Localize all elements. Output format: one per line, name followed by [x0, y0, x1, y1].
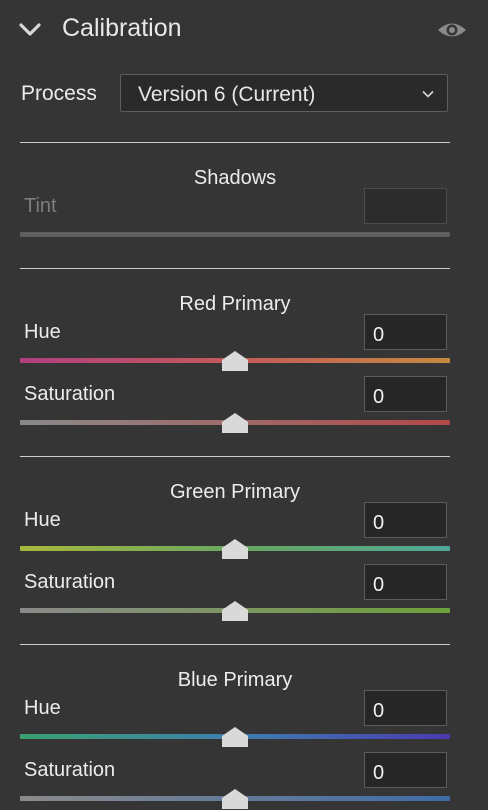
section-divider — [20, 456, 450, 457]
green-hue-field[interactable]: 0 — [364, 502, 447, 538]
red-saturation-field[interactable]: 0 — [364, 376, 447, 412]
blue-hue-field[interactable]: 0 — [364, 690, 447, 726]
blue-saturation-slider-thumb[interactable] — [221, 788, 249, 810]
chevron-down-icon — [422, 90, 434, 98]
green-hue-label: Hue — [24, 509, 61, 531]
green-saturation-field[interactable]: 0 — [364, 564, 447, 600]
collapse-chevron-down-icon[interactable] — [16, 16, 44, 44]
red-hue-slider-thumb[interactable] — [221, 350, 249, 372]
red-hue-field[interactable]: 0 — [364, 314, 447, 350]
panel-title: Calibration — [62, 14, 182, 42]
shadows-tint-label: Tint — [24, 195, 57, 217]
section-divider — [20, 142, 450, 143]
red-primary-title: Red Primary — [179, 293, 291, 315]
red-hue-label: Hue — [24, 321, 61, 343]
shadows-tint-slider-track — [20, 232, 450, 237]
section-divider — [20, 268, 450, 269]
process-version-select[interactable]: Version 6 (Current) — [120, 74, 448, 112]
eye-icon[interactable] — [436, 18, 468, 42]
blue-saturation-field[interactable]: 0 — [364, 752, 447, 788]
section-divider — [20, 644, 450, 645]
green-primary-title: Green Primary — [169, 481, 301, 503]
process-label: Process — [21, 82, 97, 105]
blue-saturation-label: Saturation — [24, 759, 116, 781]
green-saturation-label: Saturation — [24, 571, 116, 593]
process-version-value: Version 6 (Current) — [138, 83, 316, 106]
red-saturation-slider-thumb[interactable] — [221, 412, 249, 434]
green-saturation-slider-thumb[interactable] — [221, 600, 249, 622]
shadows-tint-field — [364, 188, 447, 224]
green-hue-slider-thumb[interactable] — [221, 538, 249, 560]
shadows-title: Shadows — [193, 167, 277, 189]
blue-hue-slider-thumb[interactable] — [221, 726, 249, 748]
red-saturation-label: Saturation — [24, 383, 116, 405]
blue-primary-title: Blue Primary — [177, 669, 293, 691]
blue-hue-label: Hue — [24, 697, 61, 719]
